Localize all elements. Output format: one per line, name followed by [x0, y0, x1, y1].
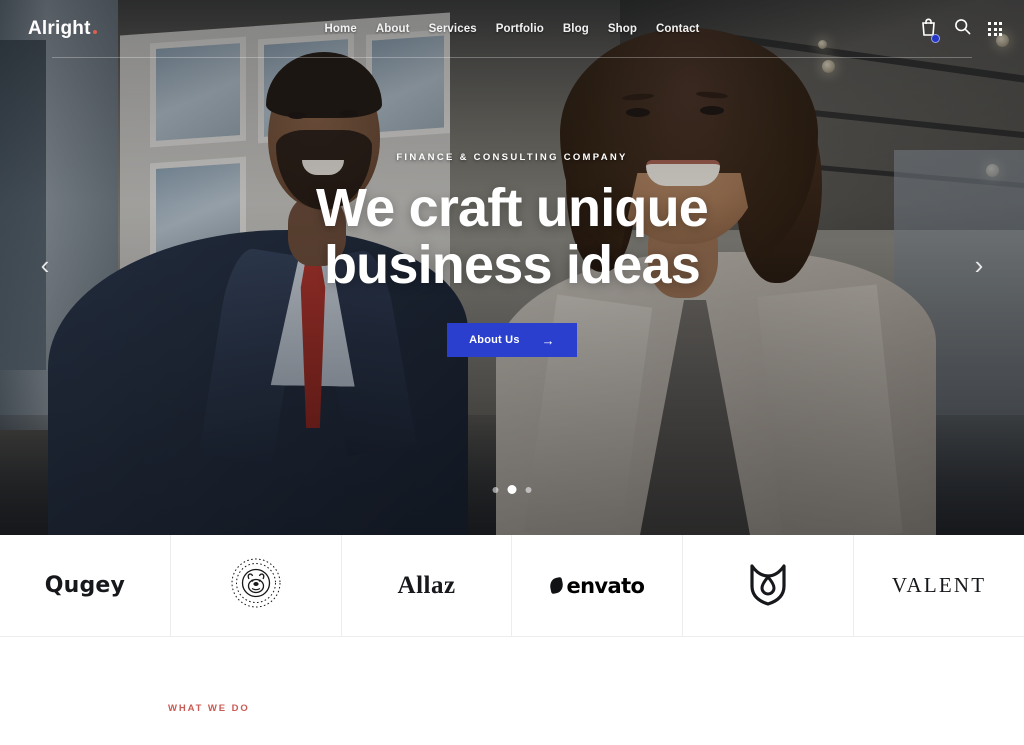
- about-us-button[interactable]: About Us →: [447, 323, 577, 358]
- client-logo-envato[interactable]: envato: [512, 535, 684, 636]
- hero-headline: We craft unique business ideas: [315, 177, 709, 295]
- slider-prev-button[interactable]: ‹: [28, 248, 62, 282]
- client-logo-qugey[interactable]: Qugey: [0, 535, 171, 636]
- client-logo-valent-text: VALENT: [891, 573, 987, 597]
- slider-dot-2[interactable]: [507, 485, 517, 494]
- page-root: Alright Home About Services Portfolio Bl…: [0, 0, 1024, 745]
- nav-item-shop[interactable]: Shop: [608, 23, 637, 35]
- client-logo-bulldog[interactable]: [171, 535, 342, 636]
- client-logo-allaz[interactable]: Allaz: [342, 535, 513, 636]
- hero-eyebrow: FINANCE & CONSULTING COMPANY: [396, 151, 628, 163]
- client-logo-qugey-text: Qugey: [44, 573, 126, 598]
- slider-dot-1[interactable]: [492, 486, 499, 493]
- site-header: Alright Home About Services Portfolio Bl…: [0, 0, 1024, 58]
- client-logo-valent[interactable]: VALENT: [854, 535, 1024, 636]
- site-logo[interactable]: Alright: [28, 18, 97, 40]
- shield-tulip-icon: [748, 560, 788, 611]
- logo-dot-icon: [92, 30, 97, 34]
- nav-item-contact[interactable]: Contact: [656, 23, 700, 35]
- slider-pagination: [492, 485, 532, 494]
- bulldog-badge-icon: [230, 557, 282, 614]
- arrow-right-icon: →: [541, 332, 555, 348]
- nav-item-portfolio[interactable]: Portfolio: [496, 23, 544, 35]
- nav-item-blog[interactable]: Blog: [563, 23, 589, 35]
- nav-item-home[interactable]: Home: [325, 23, 357, 35]
- slider-next-button[interactable]: ›: [962, 248, 996, 282]
- envato-leaf-icon: [549, 576, 565, 595]
- hero-headline-line-1: We craft unique: [315, 177, 709, 238]
- cart-icon[interactable]: [920, 17, 941, 43]
- client-logo-envato-text: envato: [566, 573, 645, 598]
- search-icon[interactable]: [954, 18, 971, 40]
- logo-text: Alright: [28, 18, 91, 39]
- clients-bottom-divider: [0, 636, 1024, 637]
- client-logo-shield[interactable]: [683, 535, 855, 636]
- grid-menu-icon[interactable]: [988, 22, 1002, 36]
- what-we-do-label: WHAT WE DO: [168, 703, 250, 714]
- about-us-button-label: About Us: [469, 334, 520, 347]
- nav-item-about[interactable]: About: [376, 23, 410, 35]
- nav-item-services[interactable]: Services: [429, 23, 477, 35]
- cart-count-badge: [931, 34, 941, 43]
- client-logo-envato-wrap: envato: [549, 573, 645, 598]
- slider-dot-3[interactable]: [525, 486, 532, 493]
- hero-content: FINANCE & CONSULTING COMPANY We craft un…: [0, 0, 1024, 535]
- header-icon-group: [920, 17, 1002, 43]
- main-navigation: Home About Services Portfolio Blog Shop …: [325, 23, 700, 35]
- client-logo-strip: Qugey Allaz envato VALENT: [0, 535, 1024, 636]
- client-logo-allaz-text: Allaz: [397, 571, 456, 599]
- hero-headline-line-2: business ideas: [324, 234, 701, 295]
